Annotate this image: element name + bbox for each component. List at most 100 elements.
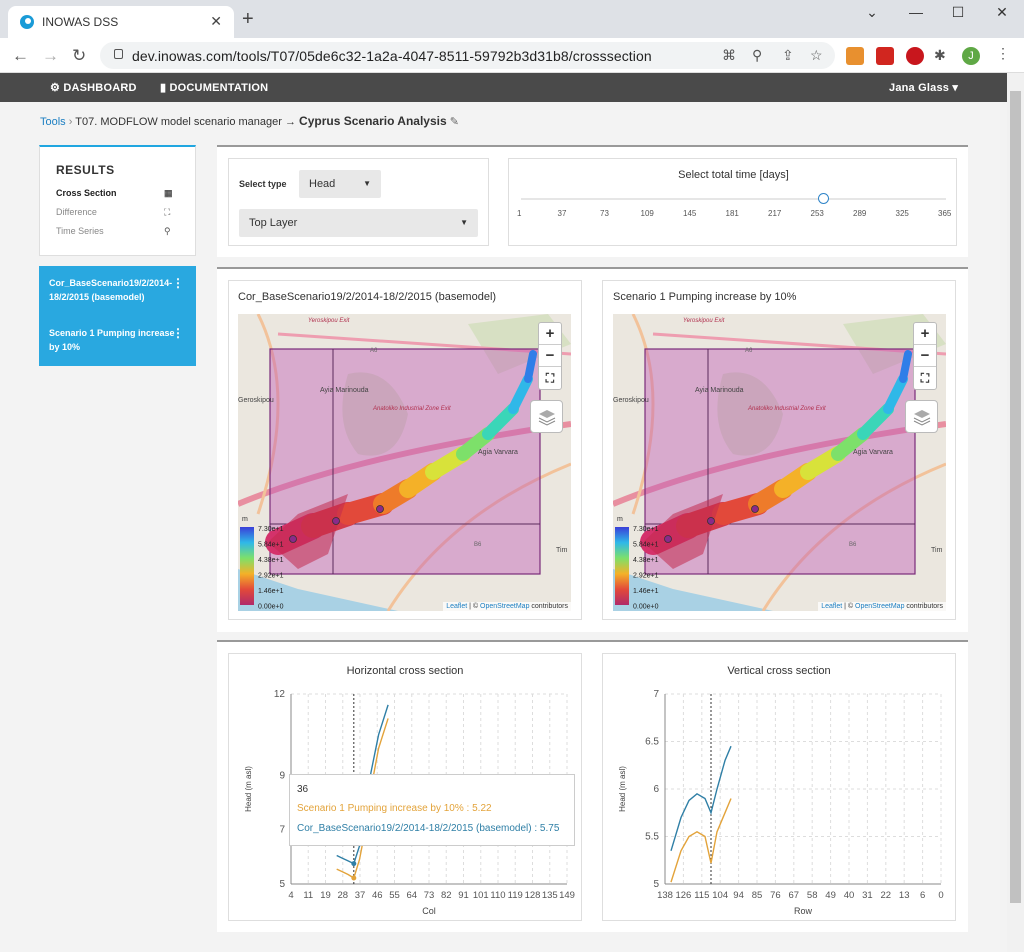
- y-tick-label: 9: [279, 770, 285, 781]
- extensions-puzzle-icon[interactable]: ✱: [934, 47, 952, 65]
- scenario-item-1[interactable]: Scenario 1 Pumping increase by 10%: [49, 326, 179, 354]
- fullscreen-icon[interactable]: ⛶: [539, 367, 561, 389]
- translate-icon[interactable]: ⌘: [722, 47, 736, 64]
- horizontal-chart-card: Horizontal cross section 4 11 19 28 37 46 55 64 7…: [228, 653, 582, 921]
- reload-icon[interactable]: ↻: [72, 46, 86, 66]
- zoom-out-button[interactable]: −: [914, 345, 936, 367]
- map-label-road: A6: [745, 348, 753, 354]
- x-tick-label: 49: [825, 890, 836, 901]
- fullscreen-icon[interactable]: ⛶: [914, 367, 936, 389]
- inowas-favicon-icon: [20, 15, 34, 29]
- slider-tick-label: 145: [683, 209, 697, 218]
- x-tick-label: 110: [490, 890, 505, 901]
- extension-h-icon[interactable]: [846, 47, 864, 65]
- tab-search-chevron-icon[interactable]: ⌄: [850, 4, 894, 24]
- map-canvas[interactable]: Ayia Marinouda Anatoliko Industrial Zone …: [613, 314, 946, 611]
- documentation-link[interactable]: ▮ DOCUMENTATION: [160, 81, 268, 94]
- zoom-in-button[interactable]: +: [539, 323, 561, 345]
- map-label-place: Agia Varvara: [853, 449, 893, 456]
- menu-time-series[interactable]: Time Series ⚲: [56, 226, 171, 236]
- map-canvas[interactable]: Ayia Marinouda Anatoliko Industrial Zone …: [238, 314, 571, 611]
- scrollbar-thumb[interactable]: [1010, 91, 1021, 903]
- scenario-item-base[interactable]: Cor_BaseScenario19/2/2014-18/2/2015 (bas…: [49, 276, 179, 304]
- type-dropdown[interactable]: Head ▼: [299, 170, 381, 198]
- legend-colorbar: [615, 527, 629, 605]
- more-vertical-icon[interactable]: ⋮: [172, 326, 184, 340]
- zoom-control[interactable]: + − ⛶: [538, 322, 562, 390]
- map-card-base: Cor_BaseScenario19/2/2014-18/2/2015 (bas…: [228, 280, 582, 620]
- x-tick-label: 64: [406, 890, 417, 901]
- slider-tick-label: 253: [810, 209, 824, 218]
- x-tick-label: 28: [337, 890, 348, 901]
- layer-dropdown[interactable]: Top Layer ▼: [239, 209, 478, 237]
- osm-link[interactable]: OpenStreetMap: [855, 603, 904, 610]
- breadcrumb-tool[interactable]: T07. MODFLOW model scenario manager: [75, 116, 282, 128]
- map-label-place: Tim: [931, 547, 943, 554]
- tooltip-title: 36: [297, 784, 309, 795]
- close-window-icon[interactable]: ✕: [980, 4, 1024, 24]
- well-marker: [751, 505, 759, 513]
- map-title-base: Cor_BaseScenario19/2/2014-18/2/2015 (bas…: [238, 291, 497, 303]
- maximize-icon[interactable]: ☐: [936, 4, 980, 24]
- map-label-road: Anatoliko Industrial Zone Exit: [747, 406, 826, 412]
- leaflet-link[interactable]: Leaflet: [821, 603, 842, 610]
- map-scenario[interactable]: Ayia Marinouda Anatoliko Industrial Zone …: [613, 314, 946, 611]
- lock-icon: [114, 49, 123, 59]
- x-tick-label: 22: [881, 890, 892, 901]
- x-tick-label: 82: [441, 890, 452, 901]
- new-tab-icon[interactable]: +: [242, 9, 254, 29]
- zoom-icon[interactable]: ⚲: [752, 47, 762, 64]
- page-scrollbar[interactable]: [1007, 73, 1024, 952]
- x-axis-label: Row: [794, 906, 813, 916]
- extension-opera-icon[interactable]: [906, 47, 924, 65]
- y-tick-label: 12: [274, 689, 286, 700]
- minimize-icon[interactable]: —: [894, 4, 938, 24]
- app-navbar: ⚙ DASHBOARD ▮ DOCUMENTATION Jana Glass ▾: [0, 73, 1007, 102]
- map-label-road: B6: [474, 542, 482, 548]
- browser-menu-icon[interactable]: ⋮: [996, 45, 1014, 63]
- vertical-cross-section-chart[interactable]: Vertical cross section138 126 115 104 94 85 76…: [603, 654, 955, 920]
- legend-unit: m: [617, 516, 623, 523]
- edit-pencil-icon[interactable]: ✎: [450, 116, 459, 128]
- map-attribution: Leaflet | © OpenStreetMap contributors: [443, 602, 571, 611]
- legend-value: 5.84e+1: [258, 542, 284, 549]
- leaflet-link[interactable]: Leaflet: [446, 603, 467, 610]
- legend-value: 7.30e+1: [258, 526, 284, 533]
- url-field[interactable]: dev.inowas.com/tools/T07/05de6c32-1a2a-4…: [100, 42, 835, 69]
- x-tick-label: 58: [807, 890, 818, 901]
- osm-link[interactable]: OpenStreetMap: [480, 603, 529, 610]
- time-slider-card: Select total time [days] 1 37 73 109 145 181 2…: [508, 158, 957, 246]
- extension-pdf-icon[interactable]: [876, 47, 894, 65]
- x-tick-label: 55: [389, 890, 400, 901]
- layers-icon[interactable]: [905, 400, 938, 433]
- y-tick-label: 5.5: [645, 832, 659, 843]
- menu-cross-section[interactable]: Cross Section ▦: [56, 188, 173, 198]
- bookmark-star-icon[interactable]: ☆: [810, 47, 823, 64]
- map-base[interactable]: Ayia Marinouda Anatoliko Industrial Zone …: [238, 314, 571, 611]
- breadcrumb-tools[interactable]: Tools: [40, 116, 66, 128]
- dashboard-link[interactable]: ⚙ DASHBOARD: [50, 81, 137, 94]
- caret-down-icon: ▾: [952, 82, 959, 94]
- browser-tab-bar: INOWAS DSS ✕ + ⌄ — ☐ ✕: [0, 0, 1024, 38]
- menu-difference[interactable]: Difference ⛶: [56, 207, 170, 217]
- slider-handle[interactable]: [818, 193, 829, 204]
- slider-tick-label: 217: [768, 209, 782, 218]
- zoom-in-button[interactable]: +: [914, 323, 936, 345]
- share-icon[interactable]: ⇪: [782, 47, 794, 64]
- x-tick-label: 46: [372, 890, 383, 901]
- browser-tab[interactable]: INOWAS DSS ✕: [8, 6, 234, 38]
- close-tab-icon[interactable]: ✕: [210, 13, 222, 30]
- x-tick-label: 119: [508, 890, 523, 901]
- zoom-out-button[interactable]: −: [539, 345, 561, 367]
- cursor-point: [351, 875, 357, 881]
- more-vertical-icon[interactable]: ⋮: [172, 276, 184, 290]
- forward-icon[interactable]: →: [42, 46, 59, 66]
- map-label-place: Tim: [556, 547, 568, 554]
- slider-rail[interactable]: [521, 198, 946, 200]
- map-label-road: Yeroskipou Exit: [683, 318, 725, 324]
- profile-avatar[interactable]: J: [962, 47, 980, 65]
- back-icon[interactable]: ←: [12, 46, 29, 66]
- zoom-control[interactable]: + − ⛶: [913, 322, 937, 390]
- layers-icon[interactable]: [530, 400, 563, 433]
- user-menu[interactable]: Jana Glass ▾: [889, 81, 958, 94]
